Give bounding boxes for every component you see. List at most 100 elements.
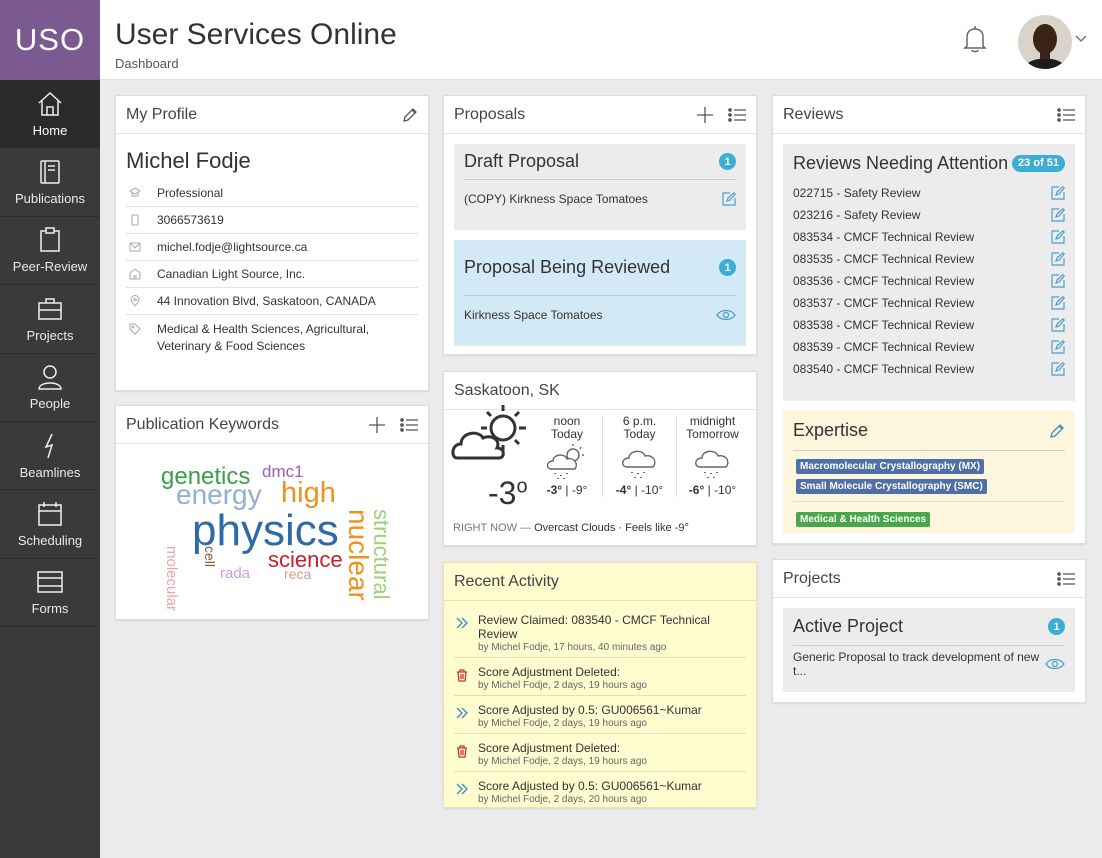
panel-title: Publication Keywords <box>126 415 279 433</box>
projects-panel: Projects Active Project 1 Generic Proposa… <box>772 559 1086 703</box>
nav-peer-review[interactable]: Peer-Review <box>0 217 100 286</box>
review-title[interactable]: 083538 - CMCF Technical Review <box>793 318 1051 332</box>
nav-label: Beamlines <box>19 464 81 480</box>
expertise-section: Expertise Macromolecular Crystallography… <box>783 411 1075 533</box>
edit-icon[interactable] <box>1051 230 1065 244</box>
breadcrumb[interactable]: Dashboard <box>115 56 179 71</box>
activity-text: Score Adjusted by 0.5: GU006561~Kumar <box>478 779 702 793</box>
review-item[interactable]: 083536 - CMCF Technical Review <box>793 270 1065 292</box>
review-title[interactable]: 083536 - CMCF Technical Review <box>793 274 1051 288</box>
tag-icon <box>129 323 141 335</box>
list-icon[interactable] <box>728 107 746 123</box>
edit-icon[interactable] <box>1051 296 1065 310</box>
review-title[interactable]: 022715 - Safety Review <box>793 186 1051 200</box>
hat-icon <box>129 187 141 197</box>
nav-forms[interactable]: Forms <box>0 559 100 628</box>
weather-location: Saskatoon, SK <box>454 381 560 399</box>
list-item[interactable]: Generic Proposal to track development of… <box>793 646 1065 682</box>
list-icon[interactable] <box>400 417 418 433</box>
review-title[interactable]: 083534 - CMCF Technical Review <box>793 230 1051 244</box>
review-item[interactable]: 023216 - Safety Review <box>793 204 1065 226</box>
edit-icon[interactable] <box>1051 274 1065 288</box>
activity-item: Score Adjustment Deleted: by Michel Fodje… <box>454 658 746 696</box>
profile-name: Michel Fodje <box>126 148 251 173</box>
list-item[interactable]: (COPY) Kirkness Space Tomatoes <box>464 180 736 218</box>
chevron-down-icon[interactable] <box>1074 32 1088 46</box>
forecast-day: Today <box>550 427 584 441</box>
review-title[interactable]: 083539 - CMCF Technical Review <box>793 340 1051 354</box>
review-item[interactable]: 022715 - Safety Review <box>793 182 1065 204</box>
proposal-title[interactable]: (COPY) Kirkness Space Tomatoes <box>464 192 722 206</box>
profile-field: michel.fodje@lightsource.ca <box>126 234 418 261</box>
review-item[interactable]: 083538 - CMCF Technical Review <box>793 314 1065 336</box>
lightning-icon <box>44 433 54 458</box>
app-logo[interactable]: USO <box>0 0 100 80</box>
edit-icon[interactable] <box>1051 362 1065 376</box>
activity-text: Score Adjusted by 0.5: GU006561~Kumar <box>478 703 702 717</box>
nav-home[interactable]: Home <box>0 80 100 149</box>
keyword[interactable]: structural <box>368 509 394 599</box>
review-item[interactable]: 083540 - CMCF Technical Review <box>793 358 1065 380</box>
nav-label: Peer-Review <box>12 259 88 275</box>
nav-beamlines[interactable]: Beamlines <box>0 422 100 491</box>
profile-field: Professional <box>126 180 418 207</box>
review-title[interactable]: 083537 - CMCF Technical Review <box>793 296 1051 310</box>
review-item[interactable]: 083535 - CMCF Technical Review <box>793 248 1065 270</box>
list-icon[interactable] <box>1057 107 1075 123</box>
profile-value: 44 Innovation Blvd, Saskatoon, CANADA <box>157 294 376 308</box>
nav-projects[interactable]: Projects <box>0 285 100 354</box>
forecast-column: midnight Tomorrow -6° | -10° <box>676 415 748 497</box>
eye-icon[interactable] <box>1045 658 1065 670</box>
pencil-icon[interactable] <box>1049 423 1065 439</box>
keyword[interactable]: molecular <box>163 546 180 611</box>
proposal-title[interactable]: Kirkness Space Tomatoes <box>464 308 716 322</box>
review-item[interactable]: 083537 - CMCF Technical Review <box>793 292 1065 314</box>
draft-proposal-section: Draft Proposal 1 (COPY) Kirkness Space To… <box>454 144 746 230</box>
keyword[interactable]: reca <box>284 566 311 582</box>
count-badge: 1 <box>1048 618 1065 635</box>
reviews-attention-section: Reviews Needing Attention 23 of 51 022715… <box>783 144 1075 401</box>
nav-people[interactable]: People <box>0 354 100 422</box>
project-title[interactable]: Generic Proposal to track development of… <box>793 650 1045 678</box>
edit-icon[interactable] <box>722 192 736 206</box>
nav-label: Projects <box>26 327 74 343</box>
list-icon[interactable] <box>1057 571 1075 587</box>
panel-title: Proposals <box>454 105 526 123</box>
forecast-low: -10° <box>714 483 737 497</box>
pencil-icon[interactable] <box>402 107 418 123</box>
eye-icon[interactable] <box>716 309 736 321</box>
plus-icon[interactable] <box>368 416 386 434</box>
edit-icon[interactable] <box>1051 208 1065 222</box>
mail-icon <box>129 242 141 252</box>
activity-text: Score Adjustment Deleted: <box>478 665 621 679</box>
weather-panel: Saskatoon, SK -3o noon Today -3° | -9° 6 … <box>443 371 757 546</box>
keyword[interactable]: rada <box>220 565 250 582</box>
page-title: User Services Online <box>115 18 397 51</box>
section-title: Expertise <box>793 420 869 440</box>
review-item[interactable]: 083534 - CMCF Technical Review <box>793 226 1065 248</box>
snow-cloud-icon <box>694 450 729 478</box>
review-item[interactable]: 083539 - CMCF Technical Review <box>793 336 1065 358</box>
activity-meta: by Michel Fodje, 2 days, 19 hours ago <box>478 756 647 767</box>
section-title: Active Project <box>793 616 904 636</box>
reviewed-proposal-section: Proposal Being Reviewed 1 Kirkness Space … <box>454 240 746 346</box>
keyword[interactable]: cell <box>202 546 218 567</box>
plus-icon[interactable] <box>696 106 714 124</box>
forecast-column: 6 p.m. Today -4° | -10° <box>602 415 676 497</box>
nav-publications[interactable]: Publications <box>0 148 100 217</box>
briefcase-icon <box>38 298 62 320</box>
edit-icon[interactable] <box>1051 252 1065 266</box>
calendar-icon <box>38 502 62 526</box>
edit-icon[interactable] <box>1051 340 1065 354</box>
forward-icon <box>456 707 468 719</box>
edit-icon[interactable] <box>1051 186 1065 200</box>
review-title[interactable]: 023216 - Safety Review <box>793 208 1051 222</box>
avatar[interactable] <box>1018 15 1072 69</box>
list-item[interactable]: Kirkness Space Tomatoes <box>464 296 736 334</box>
review-title[interactable]: 083540 - CMCF Technical Review <box>793 362 1051 376</box>
nav-scheduling[interactable]: Scheduling <box>0 490 100 559</box>
review-title[interactable]: 083535 - CMCF Technical Review <box>793 252 1051 266</box>
edit-icon[interactable] <box>1051 318 1065 332</box>
bell-icon[interactable] <box>960 24 990 54</box>
forecast-day: Today <box>623 427 656 441</box>
